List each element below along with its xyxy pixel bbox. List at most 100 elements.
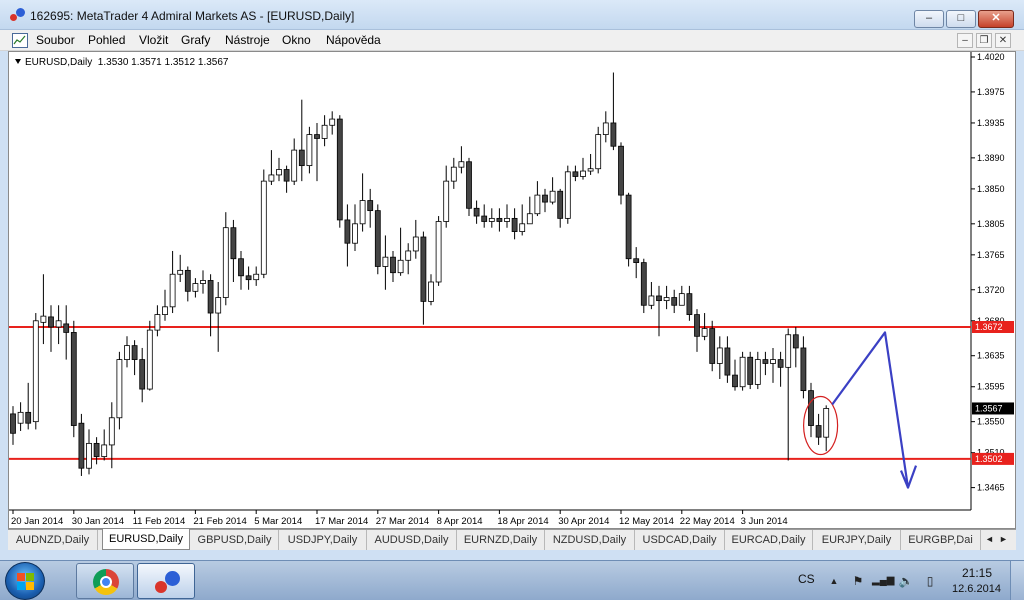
candle: [610, 72, 617, 151]
tab-scroll-right-icon[interactable]: ►: [999, 534, 1008, 544]
menu-soubor[interactable]: Soubor: [36, 33, 75, 47]
menu-pohled[interactable]: Pohled: [88, 33, 125, 47]
taskbar: CS ▲ ⚑ ▂▄▆ 🔈 ▯ 21:15 12.6.2014: [0, 560, 1024, 600]
clock-time[interactable]: 21:15: [962, 566, 992, 580]
candle: [390, 250, 396, 282]
network-icon[interactable]: ▂▄▆: [872, 574, 894, 588]
chart-close-button[interactable]: ✕: [995, 33, 1011, 48]
candle: [63, 305, 70, 360]
candle: [177, 254, 184, 282]
show-desktop-button[interactable]: [1010, 561, 1024, 600]
taskbar-metatrader-button[interactable]: [137, 563, 195, 599]
tab-nzdusd[interactable]: NZDUSD,Daily: [545, 530, 635, 550]
candle-body: [321, 124, 328, 139]
window-maximize-button[interactable]: □: [946, 10, 976, 28]
candle-body: [93, 442, 100, 457]
candle-body: [314, 134, 320, 139]
candle-body: [55, 320, 62, 328]
window-minimize-button[interactable]: –: [914, 10, 944, 28]
tab-gbpusd[interactable]: GBPUSD,Daily: [191, 530, 279, 550]
tab-eurgbp[interactable]: EURGBP,Dai: [901, 530, 981, 550]
candle-body: [595, 134, 602, 170]
chart-tabs-bar: AUDNZD,Daily EURUSD,Daily GBPUSD,Daily U…: [8, 529, 1016, 550]
candle: [359, 173, 366, 232]
candle: [40, 274, 47, 345]
candle: [739, 351, 746, 391]
candle-body: [663, 297, 670, 302]
menu-okno[interactable]: Okno: [282, 33, 311, 47]
flag-icon[interactable]: ⚑: [850, 574, 866, 588]
battery-icon[interactable]: ▯: [922, 574, 938, 588]
menu-vlozit[interactable]: Vložit: [139, 33, 168, 47]
candle: [488, 208, 495, 228]
candle: [435, 216, 442, 286]
time-tick-label: 22 May 2014: [680, 516, 735, 527]
candle-body: [747, 356, 754, 385]
candle: [450, 157, 457, 189]
candle-body: [405, 250, 412, 261]
candle-body: [671, 297, 678, 306]
candle-body: [101, 444, 108, 457]
candle-body: [428, 281, 434, 302]
candle: [709, 320, 716, 372]
candle-body: [633, 258, 640, 264]
clock-date[interactable]: 12.6.2014: [952, 583, 1001, 595]
candle: [428, 274, 434, 306]
tab-eurnzd[interactable]: EURNZD,Daily: [457, 530, 545, 550]
candle-body: [511, 217, 518, 232]
candle: [800, 336, 807, 399]
menu-nastroje[interactable]: Nástroje: [225, 33, 270, 47]
candle-body: [63, 323, 70, 333]
tab-usdcad[interactable]: USDCAD,Daily: [635, 530, 725, 550]
time-tick-label: 20 Jan 2014: [11, 516, 63, 527]
chart-restore-button[interactable]: ❐: [976, 33, 992, 48]
tab-scroll-left-icon[interactable]: ◄: [985, 534, 994, 544]
candle-body: [496, 217, 503, 222]
chart-minimize-button[interactable]: –: [957, 33, 973, 48]
candle: [283, 165, 290, 193]
chart-document-icon[interactable]: [12, 33, 28, 48]
candle-body: [785, 334, 792, 368]
tab-audusd[interactable]: AUDUSD,Daily: [367, 530, 457, 550]
candle: [268, 150, 275, 186]
taskbar-chrome-button[interactable]: [76, 563, 134, 599]
candle: [10, 406, 16, 445]
candle-body: [678, 293, 685, 306]
chart-area[interactable]: 1.4020 1.3975 1.3935 1.3890 1.3850 1.3805 1.37…: [8, 51, 1016, 529]
candle: [48, 305, 54, 352]
tab-eurusd[interactable]: EURUSD,Daily: [102, 529, 190, 550]
window-close-button[interactable]: ✕: [978, 10, 1014, 28]
candle-body: [329, 118, 336, 126]
candlestick-chart[interactable]: 1.4020 1.3975 1.3935 1.3890 1.3850 1.3805 1.37…: [9, 52, 1015, 528]
language-indicator[interactable]: CS: [798, 572, 815, 586]
candle-body: [640, 262, 647, 306]
candle: [154, 305, 161, 337]
candle-body: [139, 359, 146, 390]
candle-body: [815, 425, 822, 438]
tab-audnzd[interactable]: AUDNZD,Daily: [8, 530, 98, 550]
candle: [625, 192, 632, 267]
start-button[interactable]: [5, 562, 45, 600]
time-tick-label: 5 Mar 2014: [254, 516, 302, 527]
tab-eurjpy[interactable]: EURJPY,Daily: [813, 530, 901, 550]
up-arrow-icon[interactable]: ▲: [826, 574, 842, 588]
menu-grafy[interactable]: Grafy: [181, 33, 210, 47]
tab-eurcad[interactable]: EURCAD,Daily: [725, 530, 813, 550]
candle-body: [800, 347, 807, 392]
candle-body: [762, 359, 769, 364]
menu-napoveda[interactable]: Nápověda: [326, 33, 381, 47]
candle: [222, 212, 229, 306]
candle-body: [253, 273, 260, 281]
candle: [648, 282, 655, 310]
candle-body: [709, 328, 716, 364]
candle: [823, 405, 830, 452]
candle-body: [648, 295, 655, 306]
candle: [443, 165, 450, 228]
candle: [260, 169, 267, 279]
tab-usdjpy[interactable]: USDJPY,Daily: [279, 530, 367, 550]
menu-bar: Soubor Pohled Vložit Grafy Nástroje Okno…: [0, 30, 1024, 51]
volume-icon[interactable]: 🔈: [898, 574, 914, 588]
candle-body: [192, 283, 199, 292]
candle: [724, 336, 731, 383]
candle: [762, 351, 769, 376]
